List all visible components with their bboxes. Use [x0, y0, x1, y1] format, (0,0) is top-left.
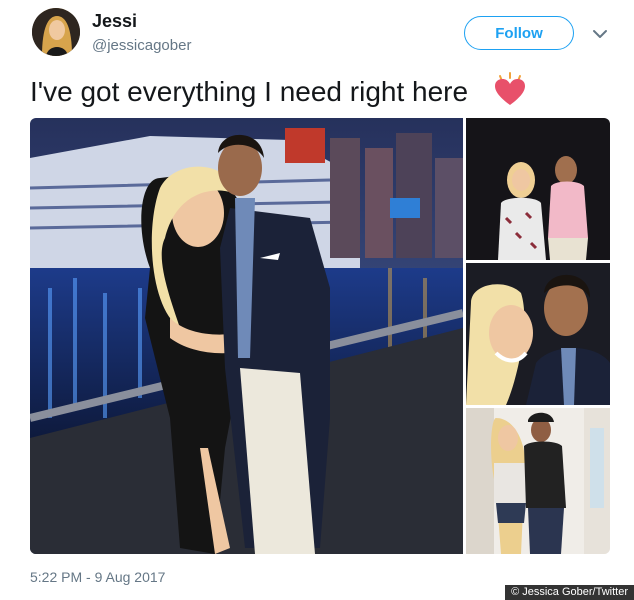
tweet-card: Jessi @jessicagober Follow I've got ever… [0, 0, 634, 600]
user-handle[interactable]: @jessicagober [92, 37, 191, 54]
tweet-timestamp[interactable]: 5:22 PM - 9 Aug 2017 [30, 569, 165, 585]
thumbnail-photo-1[interactable] [466, 118, 610, 260]
avatar[interactable] [32, 8, 80, 56]
photo-credit-text: Jessica Gober/Twitter [522, 586, 628, 598]
thumbnail-photo-3[interactable] [466, 408, 610, 554]
display-name[interactable]: Jessi [92, 11, 137, 32]
main-photo[interactable] [30, 118, 463, 554]
photo-credit: © Jessica Gober/Twitter [505, 585, 634, 600]
follow-button[interactable]: Follow [464, 16, 574, 50]
avatar-image [32, 8, 80, 56]
thumbnail-photo-2[interactable] [466, 263, 610, 405]
chevron-down-icon[interactable] [592, 26, 608, 42]
tweet-text: I've got everything I need right here [30, 76, 469, 107]
tweet-media-grid [30, 118, 610, 554]
growing-heart-icon [495, 72, 525, 105]
